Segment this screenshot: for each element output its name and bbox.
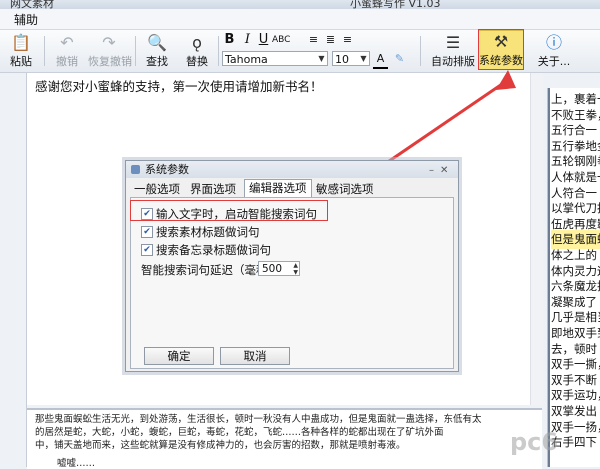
spinner-arrows-icon[interactable]: ▲ ▼ xyxy=(293,262,298,276)
cancel-button[interactable]: 取消 xyxy=(220,347,290,365)
dialog-title: 系统参数 xyxy=(145,163,189,176)
minimize-icon[interactable]: – xyxy=(429,162,434,179)
option-label: 搜索素材标题做词句 xyxy=(156,225,260,239)
tab-general[interactable]: 一般选项 xyxy=(134,181,180,197)
tab-sensitive-words[interactable]: 敏感词选项 xyxy=(316,181,374,197)
close-icon[interactable]: ✕ xyxy=(440,162,448,179)
tab-interface[interactable]: 界面选项 xyxy=(190,181,236,197)
system-params-dialog: 系统参数 – ✕ 一般选项 界面选项 编辑器选项 敏感词选项 ✔ 输入文字时，启… xyxy=(125,160,459,372)
delay-label: 智能搜索词句延迟（毫秒 xyxy=(141,263,268,277)
tab-editor[interactable]: 编辑器选项 xyxy=(244,179,312,198)
ok-button[interactable]: 确定 xyxy=(144,347,214,365)
delay-spinner[interactable]: 500 ▲ ▼ xyxy=(258,261,300,276)
option-label: 搜索备忘录标题做词句 xyxy=(156,243,271,257)
watermark-logo: pc6 xyxy=(510,428,559,456)
tab-page: ✔ 输入文字时，启动智能搜索词句 ✔ 搜索素材标题做词句 ✔ 搜索备忘录标题做词… xyxy=(130,197,454,369)
search-material-checkbox[interactable]: ✔ xyxy=(141,226,153,238)
app-icon xyxy=(131,165,140,174)
dialog-title-bar: 系统参数 – ✕ xyxy=(126,161,458,178)
search-memo-checkbox[interactable]: ✔ xyxy=(141,244,153,256)
callout-box xyxy=(130,200,328,221)
